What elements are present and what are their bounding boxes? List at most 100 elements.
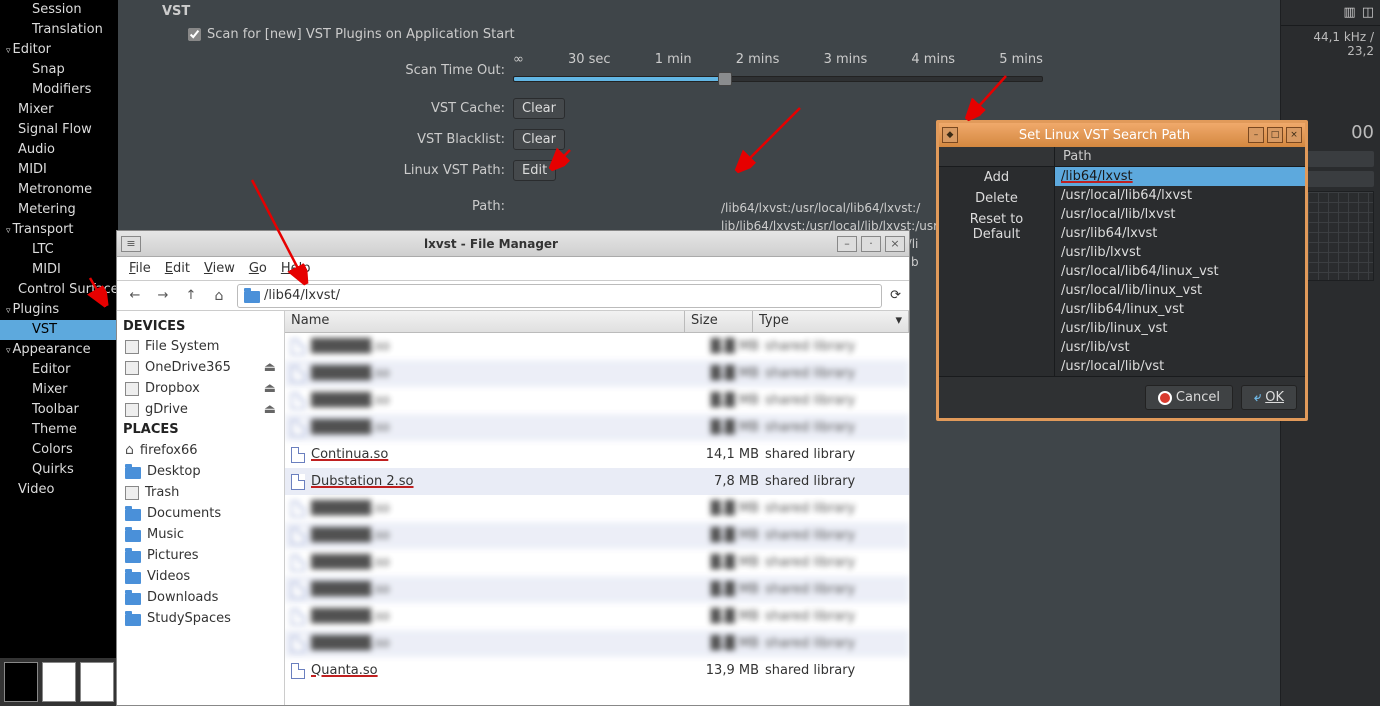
refresh-button[interactable]: ⟳ bbox=[890, 288, 901, 303]
sidebar-item-translation[interactable]: Translation bbox=[0, 20, 118, 40]
sidebar-item-metronome[interactable]: Metronome bbox=[0, 180, 118, 200]
col-type[interactable]: Type▾ bbox=[753, 311, 909, 332]
timeout-slider[interactable]: ∞30 sec1 min2 mins3 mins4 mins5 mins bbox=[513, 52, 1043, 88]
file-row[interactable]: Quanta.so13,9 MBshared library bbox=[285, 657, 909, 684]
fm-side-onedrive365[interactable]: OneDrive365⏏ bbox=[117, 357, 284, 378]
maximize-button[interactable]: □ bbox=[1267, 127, 1283, 143]
sidebar-item-mixer[interactable]: Mixer bbox=[0, 100, 118, 120]
sp-path-item[interactable]: /usr/lib/lxvst bbox=[1055, 243, 1305, 262]
sidebar-item-snap[interactable]: Snap bbox=[0, 60, 118, 80]
fm-side-file-system[interactable]: File System bbox=[117, 336, 284, 357]
menu-file[interactable]: File bbox=[123, 259, 157, 278]
file-row[interactable]: ██████.so█,█ MBshared library bbox=[285, 360, 909, 387]
sp-path-item[interactable]: /usr/local/lib64/lxvst bbox=[1055, 186, 1305, 205]
sp-path-item[interactable]: /usr/lib64/linux_vst bbox=[1055, 300, 1305, 319]
thumb[interactable] bbox=[42, 662, 76, 702]
file-row[interactable]: ██████.so█,█ MBshared library bbox=[285, 414, 909, 441]
layout-icon[interactable]: ◫ bbox=[1362, 5, 1374, 20]
sidebar-item-vst[interactable]: VST bbox=[0, 320, 118, 340]
col-name[interactable]: Name bbox=[285, 311, 685, 332]
slider-thumb[interactable] bbox=[718, 72, 732, 86]
fm-titlebar[interactable]: ≡ lxvst - File Manager – · × bbox=[117, 231, 909, 257]
sidebar-item-ltc[interactable]: LTC bbox=[0, 240, 118, 260]
file-row[interactable]: ██████.so█,█ MBshared library bbox=[285, 576, 909, 603]
menu-edit[interactable]: Edit bbox=[159, 259, 196, 278]
fm-side-music[interactable]: Music bbox=[117, 524, 284, 545]
fm-side-documents[interactable]: Documents bbox=[117, 503, 284, 524]
thumb[interactable] bbox=[4, 662, 38, 702]
sidebar-item-modifiers[interactable]: Modifiers bbox=[0, 80, 118, 100]
sp-path-item[interactable]: /usr/local/lib/linux_vst bbox=[1055, 281, 1305, 300]
sidebar-item-appearance[interactable]: Appearance bbox=[0, 340, 118, 360]
col-size[interactable]: Size bbox=[685, 311, 753, 332]
sidebar-item-mixer[interactable]: Mixer bbox=[0, 380, 118, 400]
up-button[interactable]: ↑ bbox=[181, 286, 201, 306]
slider-track[interactable] bbox=[513, 76, 1043, 82]
file-row[interactable]: ██████.so█,█ MBshared library bbox=[285, 333, 909, 360]
close-button[interactable]: × bbox=[1286, 127, 1302, 143]
sidebar-item-transport[interactable]: Transport bbox=[0, 220, 118, 240]
file-row[interactable]: ██████.so█,█ MBshared library bbox=[285, 549, 909, 576]
back-button[interactable]: ← bbox=[125, 286, 145, 306]
scan-on-start-checkbox[interactable] bbox=[188, 28, 201, 41]
minimize-button[interactable]: – bbox=[1248, 127, 1264, 143]
scan-checkbox-row[interactable]: Scan for [new] VST Plugins on Applicatio… bbox=[188, 27, 1280, 42]
thumb[interactable] bbox=[80, 662, 114, 702]
sidebar-item-theme[interactable]: Theme bbox=[0, 420, 118, 440]
fm-side-gdrive[interactable]: gDrive⏏ bbox=[117, 399, 284, 420]
sidebar-item-signal-flow[interactable]: Signal Flow bbox=[0, 120, 118, 140]
eject-icon[interactable]: ⏏ bbox=[264, 381, 276, 396]
sp-path-item[interactable]: /usr/local/lib64/linux_vst bbox=[1055, 262, 1305, 281]
columns-icon[interactable]: ▥ bbox=[1343, 5, 1355, 20]
minimize-button[interactable]: – bbox=[837, 236, 857, 252]
file-row[interactable]: ██████.so█,█ MBshared library bbox=[285, 603, 909, 630]
maximize-button[interactable]: · bbox=[861, 236, 881, 252]
file-row[interactable]: ██████.so█,█ MBshared library bbox=[285, 387, 909, 414]
eject-icon[interactable]: ⏏ bbox=[264, 360, 276, 375]
forward-button[interactable]: → bbox=[153, 286, 173, 306]
sp-reset-to-default-button[interactable]: Reset to Default bbox=[939, 209, 1054, 245]
sidebar-item-editor[interactable]: Editor bbox=[0, 360, 118, 380]
sidebar-item-toolbar[interactable]: Toolbar bbox=[0, 400, 118, 420]
eject-icon[interactable]: ⏏ bbox=[264, 402, 276, 417]
location-bar[interactable]: /lib64/lxvst/ bbox=[237, 284, 882, 308]
sidebar-item-editor[interactable]: Editor bbox=[0, 40, 118, 60]
sp-path-item[interactable]: /usr/local/lib/vst bbox=[1055, 357, 1305, 376]
fm-side-dropbox[interactable]: Dropbox⏏ bbox=[117, 378, 284, 399]
sp-path-item[interactable]: /lib64/lxvst bbox=[1055, 167, 1305, 186]
sp-path-item[interactable]: /usr/lib/vst bbox=[1055, 338, 1305, 357]
sidebar-item-colors[interactable]: Colors bbox=[0, 440, 118, 460]
sidebar-item-quirks[interactable]: Quirks bbox=[0, 460, 118, 480]
ok-button[interactable]: OK bbox=[1241, 385, 1297, 410]
cancel-button[interactable]: Cancel bbox=[1145, 385, 1233, 410]
fm-side-pictures[interactable]: Pictures bbox=[117, 545, 284, 566]
file-row[interactable]: ██████.so█,█ MBshared library bbox=[285, 630, 909, 657]
home-button[interactable] bbox=[209, 286, 229, 306]
sp-add-button[interactable]: Add bbox=[939, 167, 1054, 188]
file-row[interactable]: ██████.so█,█ MBshared library bbox=[285, 522, 909, 549]
sp-titlebar[interactable]: ◆ Set Linux VST Search Path – □ × bbox=[939, 123, 1305, 147]
fm-side-desktop[interactable]: Desktop bbox=[117, 461, 284, 482]
file-row[interactable]: Continua.so14,1 MBshared library bbox=[285, 441, 909, 468]
file-row[interactable]: ██████.so█,█ MBshared library bbox=[285, 495, 909, 522]
sidebar-item-midi[interactable]: MIDI bbox=[0, 260, 118, 280]
sidebar-item-video[interactable]: Video bbox=[0, 480, 118, 500]
fm-side-studyspaces[interactable]: StudySpaces bbox=[117, 608, 284, 629]
edit-path-button[interactable]: Edit bbox=[513, 160, 556, 181]
sp-path-item[interactable]: /usr/local/lib/lxvst bbox=[1055, 205, 1305, 224]
fm-side-videos[interactable]: Videos bbox=[117, 566, 284, 587]
file-row[interactable]: Dubstation 2.so7,8 MBshared library bbox=[285, 468, 909, 495]
window-menu-icon[interactable]: ≡ bbox=[121, 236, 141, 252]
sp-path-item[interactable]: /usr/lib/linux_vst bbox=[1055, 319, 1305, 338]
sidebar-item-midi[interactable]: MIDI bbox=[0, 160, 118, 180]
sidebar-item-control-surfaces[interactable]: Control Surfaces bbox=[0, 280, 118, 300]
clear-cache-button[interactable]: Clear bbox=[513, 98, 565, 119]
fm-side-downloads[interactable]: Downloads bbox=[117, 587, 284, 608]
clear-blacklist-button[interactable]: Clear bbox=[513, 129, 565, 150]
menu-help[interactable]: Help bbox=[275, 259, 317, 278]
sidebar-item-metering[interactable]: Metering bbox=[0, 200, 118, 220]
sidebar-item-audio[interactable]: Audio bbox=[0, 140, 118, 160]
fm-side-firefox66[interactable]: firefox66 bbox=[117, 439, 284, 461]
sp-delete-button[interactable]: Delete bbox=[939, 188, 1054, 209]
menu-view[interactable]: View bbox=[198, 259, 241, 278]
